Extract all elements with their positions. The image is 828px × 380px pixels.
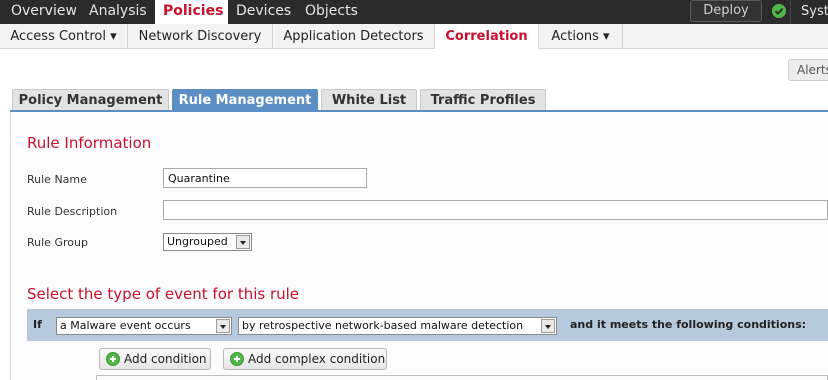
- tab-policy-management[interactable]: Policy Management: [12, 89, 169, 111]
- subnav-network-discovery[interactable]: Network Discovery: [128, 24, 273, 49]
- health-ok-icon[interactable]: [772, 4, 786, 18]
- plus-circle-icon: [230, 352, 244, 366]
- plus-circle-icon: [106, 352, 120, 366]
- nav-objects[interactable]: Objects: [297, 0, 377, 24]
- conditions-text: and it meets the following conditions:: [570, 318, 807, 331]
- deploy-button[interactable]: Deploy: [690, 0, 762, 22]
- rule-information-title: Rule Information: [27, 134, 152, 152]
- chevron-down-icon: [541, 319, 555, 333]
- rule-description-input[interactable]: [163, 200, 828, 220]
- subnav-actions[interactable]: Actions ▾: [539, 24, 623, 49]
- nav-divider: [790, 0, 791, 24]
- nav-policies[interactable]: Policies: [155, 0, 228, 24]
- event-type-select[interactable]: a Malware event occurs: [56, 317, 232, 335]
- event-condition-bar: If a Malware event occurs by retrospecti…: [27, 309, 828, 341]
- rule-name-input[interactable]: [163, 168, 367, 188]
- rule-description-label: Rule Description: [27, 205, 118, 218]
- chevron-down-icon: [236, 235, 250, 249]
- top-nav: Overview Analysis Policies Devices Objec…: [0, 0, 828, 24]
- add-condition-label: Add condition: [124, 352, 207, 366]
- event-type-title: Select the type of event for this rule: [27, 285, 300, 303]
- nav-analysis[interactable]: Analysis: [82, 0, 155, 24]
- subnav-access-control[interactable]: Access Control ▾: [0, 24, 128, 49]
- add-complex-condition-button[interactable]: Add complex condition: [223, 348, 387, 370]
- subnav-correlation[interactable]: Correlation: [435, 24, 539, 49]
- alerts-button[interactable]: Alerts: [788, 59, 828, 81]
- tab-white-list[interactable]: White List: [321, 89, 417, 111]
- rule-group-value: Ungrouped: [167, 235, 228, 248]
- event-subtype-value: by retrospective network-based malware d…: [242, 319, 524, 332]
- subnav-application-detectors[interactable]: Application Detectors: [273, 24, 435, 49]
- nav-system[interactable]: Syst: [801, 0, 828, 24]
- add-complex-condition-label: Add complex condition: [248, 352, 386, 366]
- rule-group-label: Rule Group: [27, 236, 88, 249]
- nav-devices[interactable]: Devices: [228, 0, 297, 24]
- nav-overview[interactable]: Overview: [0, 0, 82, 24]
- chevron-down-icon: [216, 319, 230, 333]
- event-subtype-select[interactable]: by retrospective network-based malware d…: [238, 317, 557, 335]
- conditions-container: [96, 375, 828, 380]
- rule-group-select[interactable]: Ungrouped: [163, 233, 252, 251]
- sub-nav: Access Control ▾ Network Discovery Appli…: [0, 24, 828, 49]
- event-type-value: a Malware event occurs: [60, 319, 191, 332]
- rule-name-label: Rule Name: [27, 173, 87, 186]
- tab-rule-management[interactable]: Rule Management: [172, 89, 318, 111]
- if-label: If: [33, 318, 42, 331]
- add-condition-button[interactable]: Add condition: [99, 348, 211, 370]
- tab-traffic-profiles[interactable]: Traffic Profiles: [420, 89, 546, 111]
